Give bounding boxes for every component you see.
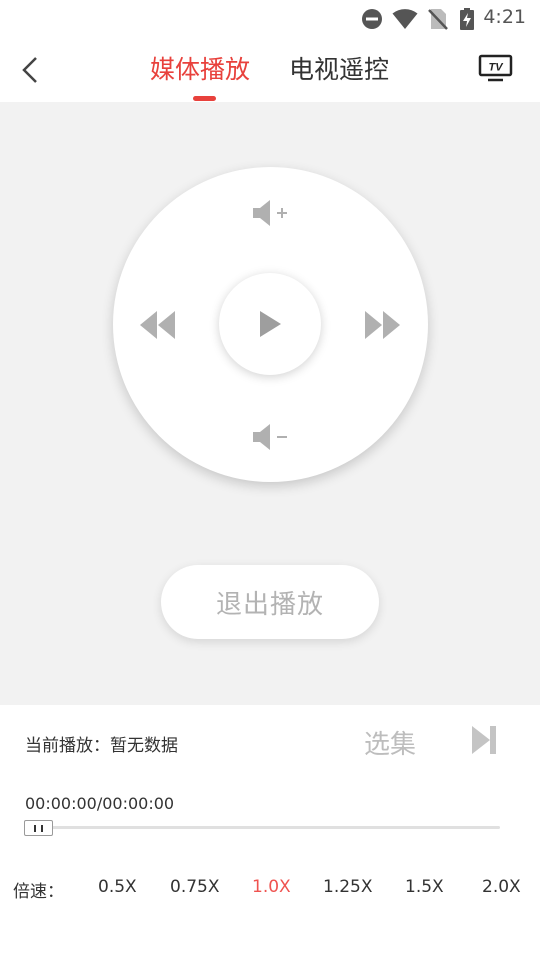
- volume-down-button[interactable]: [249, 421, 293, 453]
- speed-label: 倍速：: [13, 882, 64, 902]
- remote-panel: 退出播放: [0, 102, 540, 705]
- volume-up-button[interactable]: [249, 197, 293, 229]
- play-icon: [260, 311, 281, 337]
- speed-option-0-75x[interactable]: 0.75X: [170, 877, 220, 897]
- speed-option-0-5x[interactable]: 0.5X: [98, 877, 137, 897]
- do-not-disturb-icon: [362, 9, 382, 29]
- tab-media-playback[interactable]: 媒体播放: [150, 50, 250, 86]
- volume-up-icon: [253, 200, 287, 226]
- progress-thumb[interactable]: [24, 820, 53, 836]
- no-sim-icon: [428, 9, 448, 30]
- battery-charging-icon: [460, 8, 474, 30]
- back-button[interactable]: [14, 50, 46, 90]
- speed-option-1-25x[interactable]: 1.25X: [323, 877, 373, 897]
- playback-time: 00:00:00/00:00:00: [25, 794, 175, 813]
- status-bar: 4:21: [0, 0, 540, 36]
- active-tab-indicator: [193, 96, 216, 101]
- tv-icon: TV: [478, 54, 513, 82]
- volume-down-icon: [253, 424, 287, 450]
- rewind-icon: [140, 311, 175, 339]
- tv-icon-text: TV: [488, 62, 504, 74]
- play-button[interactable]: [219, 273, 321, 375]
- episodes-button[interactable]: 选集: [364, 724, 416, 761]
- next-episode-button[interactable]: [470, 724, 498, 756]
- speed-option-1-0x[interactable]: 1.0X: [252, 877, 291, 897]
- skip-next-icon: [472, 726, 496, 754]
- now-playing-text: 当前播放：暂无数据: [25, 736, 178, 756]
- fast-forward-icon: [365, 311, 400, 339]
- header: 媒体播放 电视遥控 TV: [0, 36, 540, 102]
- exit-playback-button[interactable]: 退出播放: [161, 565, 379, 639]
- tab-tv-remote[interactable]: 电视遥控: [289, 50, 389, 86]
- speed-option-1-5x[interactable]: 1.5X: [405, 877, 444, 897]
- rewind-button[interactable]: [135, 307, 179, 343]
- fast-forward-button[interactable]: [361, 307, 405, 343]
- status-time: 4:21: [483, 6, 526, 28]
- remote-dial: [113, 167, 428, 482]
- wifi-icon: [392, 9, 418, 29]
- tv-cast-button[interactable]: TV: [478, 54, 514, 84]
- back-arrow-icon: [22, 57, 37, 83]
- speed-option-2-0x[interactable]: 2.0X: [482, 877, 521, 897]
- progress-track[interactable]: [28, 826, 500, 829]
